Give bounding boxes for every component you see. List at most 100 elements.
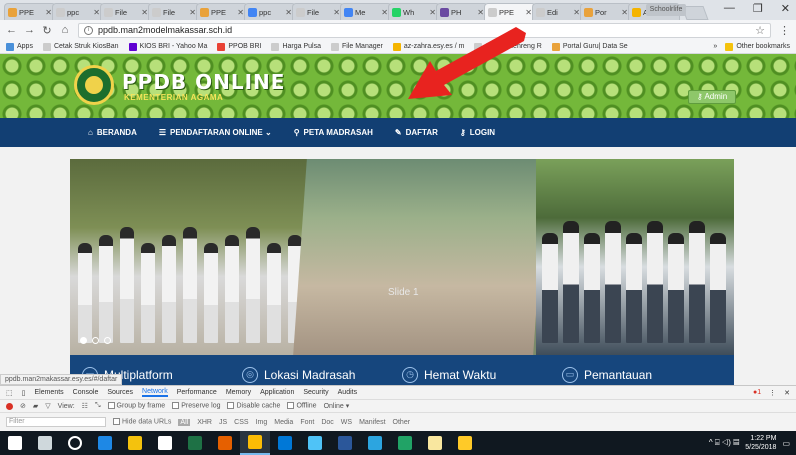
slider-dot[interactable] xyxy=(80,337,87,344)
browser-tab[interactable]: Me ✕ xyxy=(340,3,392,20)
task-view-icon[interactable] xyxy=(30,431,60,455)
excel2-icon[interactable] xyxy=(390,431,420,455)
record-icon[interactable] xyxy=(6,402,13,410)
bookmark-item[interactable]: Harga Pulsa xyxy=(271,42,321,51)
bookmark-item[interactable]: File Manager xyxy=(331,42,383,51)
forward-arrow-icon[interactable]: → xyxy=(24,24,35,36)
home-icon[interactable]: ⌂ xyxy=(60,24,70,36)
image-slider[interactable]: Slide 1 xyxy=(70,159,734,355)
browser-tab[interactable]: File ✕ xyxy=(292,3,344,20)
tab-close-icon[interactable]: ✕ xyxy=(141,8,148,17)
browser-tab[interactable]: PPE ✕ xyxy=(196,3,248,20)
minimize-button[interactable]: — xyxy=(724,2,735,15)
devtools-tab[interactable]: Elements xyxy=(34,389,63,396)
back-arrow-icon[interactable]: ← xyxy=(6,24,17,36)
devtools-tab[interactable]: Memory xyxy=(226,389,251,396)
list-view-icon[interactable]: ☷ xyxy=(82,402,88,410)
telegram-icon[interactable] xyxy=(360,431,390,455)
bookmark-item[interactable]: Cetak Struk KiosBan xyxy=(42,42,119,51)
throttle-select[interactable]: Online ▾ xyxy=(324,402,350,410)
music-icon[interactable] xyxy=(450,431,480,455)
devtools-menu-icon[interactable]: ⋮ xyxy=(769,389,776,397)
device-toggle-icon[interactable]: ▯ xyxy=(22,389,26,397)
cortana-icon[interactable] xyxy=(60,431,90,455)
filter-type-all[interactable]: All xyxy=(178,418,191,426)
preserve-log-checkbox[interactable]: Preserve log xyxy=(172,402,220,410)
maximize-button[interactable]: ❐ xyxy=(753,2,763,15)
notification-icon[interactable]: ▭ xyxy=(782,439,790,448)
tab-close-icon[interactable]: ✕ xyxy=(621,8,628,17)
waterfall-icon[interactable]: ⤡ xyxy=(95,402,101,410)
tab-close-icon[interactable]: ✕ xyxy=(573,8,580,17)
admin-button[interactable]: ⚷ Admin xyxy=(688,90,736,104)
mail-icon[interactable] xyxy=(270,431,300,455)
filter-type-ws[interactable]: WS xyxy=(341,419,352,426)
devtools-tab[interactable]: Sources xyxy=(107,389,133,396)
reload-icon[interactable]: ↻ xyxy=(42,24,52,37)
chrome-icon[interactable] xyxy=(240,431,270,455)
browser-tab[interactable]: Edi ✕ xyxy=(532,3,584,20)
notepad-icon[interactable] xyxy=(300,431,330,455)
filter-type-img[interactable]: Img xyxy=(256,419,268,426)
tab-close-icon[interactable]: ✕ xyxy=(525,8,532,17)
browser-tab[interactable]: Wh ✕ xyxy=(388,3,440,20)
browser-tab[interactable]: ppc ✕ xyxy=(52,3,104,20)
disable-cache-checkbox[interactable]: Disable cache xyxy=(227,402,280,410)
devtools-tab[interactable]: Performance xyxy=(177,389,217,396)
clock[interactable]: 1:22 PM 5/25/2018 xyxy=(745,434,776,452)
nav-item[interactable]: ⌂ BERANDA xyxy=(88,128,137,137)
devtools-tab[interactable]: Audits xyxy=(338,389,357,396)
hide-data-urls-checkbox[interactable]: Hide data URLs xyxy=(113,418,171,426)
filter-type-other[interactable]: Other xyxy=(393,419,411,426)
filter-icon[interactable]: ▽ xyxy=(45,402,50,410)
photos-icon[interactable] xyxy=(330,431,360,455)
filter-type-xhr[interactable]: XHR xyxy=(197,419,212,426)
group-by-frame-checkbox[interactable]: Group by frame xyxy=(107,402,165,410)
devtools-tab[interactable]: Application xyxy=(260,389,294,396)
filter-type-manifest[interactable]: Manifest xyxy=(359,419,385,426)
firefox-icon[interactable] xyxy=(210,431,240,455)
browser-tab[interactable]: File ✕ xyxy=(148,3,200,20)
slider-dot[interactable] xyxy=(104,337,111,344)
bookmarks-overflow-icon[interactable]: » xyxy=(713,43,717,50)
filter-type-doc[interactable]: Doc xyxy=(321,419,333,426)
browser-user-chip[interactable]: Schoolrlife xyxy=(646,4,686,16)
tab-close-icon[interactable]: ✕ xyxy=(237,8,244,17)
tab-close-icon[interactable]: ✕ xyxy=(93,8,100,17)
info-icon[interactable]: i xyxy=(84,25,93,35)
tab-close-icon[interactable]: ✕ xyxy=(189,8,196,17)
bookmark-item[interactable]: PPOB BRI xyxy=(217,42,261,51)
filter-type-css[interactable]: CSS xyxy=(234,419,248,426)
edge-icon[interactable] xyxy=(90,431,120,455)
browser-tab[interactable]: PH ✕ xyxy=(436,3,488,20)
tab-close-icon[interactable]: ✕ xyxy=(381,8,388,17)
browser-tab[interactable]: File ✕ xyxy=(100,3,152,20)
slider-dot[interactable] xyxy=(92,337,99,344)
paint-icon[interactable] xyxy=(420,431,450,455)
bookmark-item[interactable]: Portal Guru| Data Se xyxy=(551,42,628,51)
bookmark-item[interactable]: KIOS BRI - Yahoo Ma xyxy=(128,42,207,51)
file-explorer-icon[interactable] xyxy=(120,431,150,455)
bookmark-item[interactable]: Apps xyxy=(6,42,33,51)
other-bookmarks[interactable]: Other bookmarks xyxy=(725,42,790,51)
browser-tab[interactable]: ppc ✕ xyxy=(244,3,296,20)
error-count-badge[interactable]: ●1 xyxy=(753,389,761,396)
start-icon[interactable] xyxy=(0,431,30,455)
browser-tab[interactable]: PPE ✕ xyxy=(4,3,56,20)
tray-icons[interactable]: ^ ⌸ ◁) ▤ xyxy=(709,438,739,448)
browser-menu-icon[interactable]: ⋮ xyxy=(779,24,790,37)
bookmark-star-icon[interactable]: ☆ xyxy=(755,24,765,37)
inspect-icon[interactable]: ⬚ xyxy=(6,389,13,397)
tab-close-icon[interactable]: ✕ xyxy=(45,8,52,17)
browser-tab[interactable]: PPE ✕ xyxy=(484,3,536,20)
tab-close-icon[interactable]: ✕ xyxy=(477,8,484,17)
devtools-close-icon[interactable]: ✕ xyxy=(784,389,790,397)
filter-type-media[interactable]: Media xyxy=(274,419,293,426)
filter-input[interactable]: Filter xyxy=(6,417,106,427)
nav-item[interactable]: ⚷ LOGIN xyxy=(460,128,495,137)
close-window-button[interactable]: ✕ xyxy=(781,2,790,15)
url-text[interactable]: ppdb.man2modelmakassar.sch.id xyxy=(98,25,232,35)
tab-close-icon[interactable]: ✕ xyxy=(333,8,340,17)
kemenag-logo[interactable] xyxy=(74,65,114,105)
devtools-tab[interactable]: Network xyxy=(142,388,168,397)
